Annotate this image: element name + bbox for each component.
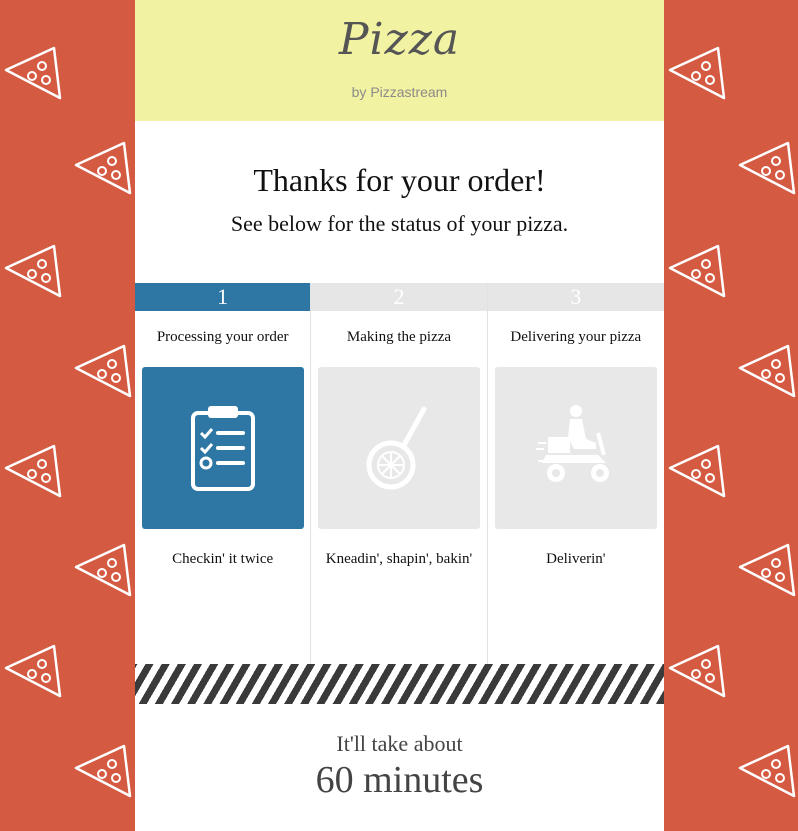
- order-progress-steps: 1 Processing your order Checkin' it twic…: [135, 283, 664, 664]
- eta-value: 60 minutes: [315, 759, 484, 801]
- step-number: 3: [487, 283, 664, 311]
- brand-logo: Pizza: [338, 14, 461, 65]
- step-tile: [317, 367, 480, 529]
- pizza-slice-icon: [74, 543, 132, 597]
- pizza-slice-icon: [668, 244, 726, 298]
- pizza-slice-icon: [4, 46, 62, 100]
- step-title: Making the pizza: [346, 329, 452, 345]
- pizza-slice-icon: [668, 444, 726, 498]
- step-number: 2: [311, 283, 487, 311]
- eta-label: It'll take about: [336, 731, 463, 756]
- step-number: 1: [135, 283, 311, 311]
- brand-tagline: by Pizzastream: [351, 84, 448, 100]
- step-caption: Checkin' it twice: [172, 551, 274, 567]
- step-title: Processing your order: [156, 329, 289, 345]
- delivery-scooter-icon: [535, 405, 609, 482]
- step-caption: Deliverin': [546, 551, 606, 567]
- pizza-slice-icon: [74, 744, 132, 798]
- step-delivering: 3 Delivering your pizza Deliverin': [487, 283, 664, 664]
- step-making: 2 Making the pizza Kneadin', shapin', ba…: [311, 283, 488, 664]
- pizza-slice-icon: [4, 444, 62, 498]
- clipboard-checklist-icon: [190, 406, 255, 491]
- pizza-peel-icon: [366, 406, 427, 490]
- step-tile: [141, 367, 304, 529]
- pizza-slice-icon: [74, 344, 132, 398]
- pizza-slice-icon: [4, 244, 62, 298]
- pizza-slice-icon: [738, 344, 796, 398]
- striped-divider: [135, 664, 664, 704]
- page-subtitle: See below for the status of your pizza.: [230, 211, 569, 236]
- pizza-slice-icon: [738, 141, 796, 195]
- pizza-slice-icon: [738, 543, 796, 597]
- left-pizza-pattern: [0, 0, 135, 831]
- step-caption: Kneadin', shapin', bakin': [325, 551, 473, 567]
- pizza-slice-icon: [4, 644, 62, 698]
- pizza-slice-icon: [74, 141, 132, 195]
- brand-header: Pizza by Pizzastream: [135, 0, 664, 121]
- pizza-slice-icon: [668, 46, 726, 100]
- pizza-slice-icon: [668, 644, 726, 698]
- step-processing: 1 Processing your order Checkin' it twic…: [135, 283, 312, 664]
- page-title: Thanks for your order!: [253, 162, 546, 198]
- right-pizza-pattern: [664, 0, 798, 831]
- step-title: Delivering your pizza: [510, 329, 642, 345]
- step-tile: [494, 367, 657, 529]
- pizza-slice-icon: [738, 744, 796, 798]
- order-status-card: Pizza by Pizzastream Thanks for your ord…: [135, 0, 664, 831]
